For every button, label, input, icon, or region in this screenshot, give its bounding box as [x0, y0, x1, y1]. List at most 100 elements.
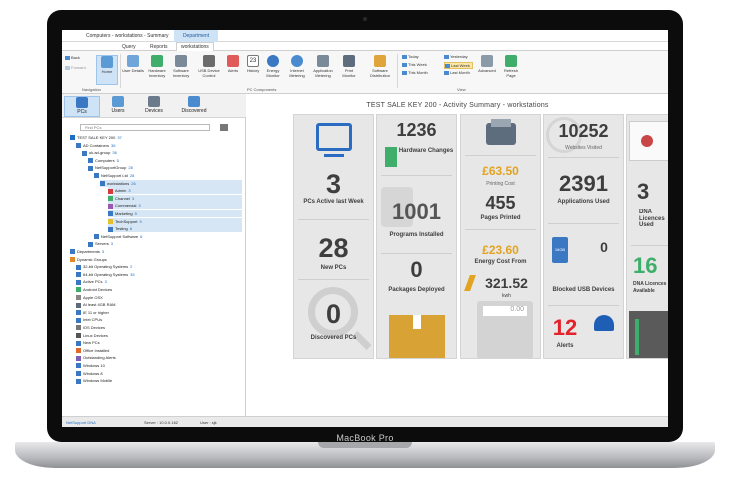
view-last-month-button[interactable]: Last Month: [444, 70, 470, 75]
pages-printed-value: 455: [485, 193, 516, 213]
tree-item[interactable]: Office Installed: [76, 347, 242, 354]
dna-available-label: DNA Licences Available: [633, 281, 667, 293]
tree-item[interactable]: Intel CPUs: [76, 316, 242, 323]
tree-item[interactable]: NetSupportGroup 28: [88, 164, 242, 171]
printing-cost-value: £63.50: [482, 164, 519, 178]
tree-item[interactable]: IE 11 or higher: [76, 309, 242, 316]
tree-item[interactable]: TEST SALE KEY 200 37: [70, 134, 242, 141]
software-distribution-button[interactable]: Software Distribution: [366, 55, 394, 78]
context-tab-department[interactable]: Department: [174, 30, 218, 42]
tree-item[interactable]: Departments 3: [70, 248, 242, 255]
group-icon: [70, 257, 75, 263]
view-yesterday-button[interactable]: Yesterday: [444, 54, 468, 59]
title-bar: Computers - workstations - Summary Depar…: [62, 30, 668, 42]
home-button[interactable]: Home: [96, 55, 118, 85]
tile-printing: £63.50 Printing Cost 455 Pages Printed £…: [460, 114, 541, 359]
tree-item-count: 2: [130, 264, 133, 270]
tree-item[interactable]: Windows 10: [76, 362, 242, 369]
view-options-icon[interactable]: [220, 124, 228, 131]
monitor-icon: [316, 123, 352, 151]
user-details-button[interactable]: User Details: [122, 55, 144, 74]
view-this-month-button[interactable]: This Month: [402, 70, 428, 75]
group-icon: [108, 211, 113, 217]
tab-query[interactable]: Query: [122, 44, 136, 50]
tree-item[interactable]: uk.ad-group 36: [82, 149, 242, 156]
printer-icon: [343, 55, 355, 67]
alerts-label: Alerts: [556, 343, 574, 349]
tree-item[interactable]: Commercial 3: [108, 202, 242, 210]
alerts-value: 12: [552, 315, 578, 340]
tree-item[interactable]: Admin 3: [108, 187, 242, 195]
application-metering-button[interactable]: Application Metering: [312, 55, 334, 78]
usb-device-control-button[interactable]: USB Device Control: [198, 55, 220, 78]
tab-users[interactable]: Users: [100, 96, 136, 114]
tree-item[interactable]: Active PCs 3: [76, 278, 242, 285]
tree-item[interactable]: Channel 3: [108, 194, 242, 202]
tree-item[interactable]: 64-bit Operating Systems 35: [76, 271, 242, 278]
tree-item[interactable]: Testing 8: [108, 225, 242, 233]
tab-workstations[interactable]: workstations: [176, 42, 214, 51]
tab-pcs[interactable]: PCs: [64, 96, 100, 117]
group-icon: [76, 287, 81, 293]
tree-item-count: 5: [116, 157, 119, 163]
print-monitor-button[interactable]: Print Monitor: [338, 55, 360, 78]
application-icon: [317, 55, 329, 67]
hardware-icon: [151, 55, 163, 67]
users-icon: [112, 96, 124, 107]
tree-item[interactable]: 32-bit Operating Systems 2: [76, 263, 242, 270]
refresh-page-button[interactable]: Refresh Page: [500, 55, 522, 78]
tree-item[interactable]: workstations 26: [100, 179, 242, 187]
tree-item[interactable]: Apple OSX: [76, 294, 242, 301]
forward-button[interactable]: Forward: [65, 65, 86, 70]
software-inventory-button[interactable]: Software Inventory: [170, 55, 192, 78]
tree-item[interactable]: New PCs: [76, 339, 242, 346]
tree-item[interactable]: Windows Mobile: [76, 377, 242, 384]
energy-monitor-button[interactable]: Energy Monitor: [262, 55, 284, 78]
tree-item[interactable]: Linux Devices: [76, 332, 242, 339]
internet-metering-button[interactable]: Internet Metering: [286, 55, 308, 78]
ribbon-tabs: Query Reports workstations: [62, 42, 668, 51]
tree-item[interactable]: TechSupport 5: [108, 217, 242, 225]
pc-icon: [76, 97, 88, 108]
advanced-button[interactable]: Advanced: [476, 55, 498, 74]
tree-item-label: uk.ad-group: [89, 150, 111, 156]
group-icon: [70, 135, 75, 141]
alerts-button[interactable]: Alerts: [222, 55, 244, 74]
group-icon: [76, 264, 81, 270]
tree-item[interactable]: Android Devices: [76, 286, 242, 293]
tree-item[interactable]: Windows 8: [76, 370, 242, 377]
tree-item[interactable]: iOS Devices: [76, 324, 242, 331]
tab-reports[interactable]: Reports: [150, 44, 168, 50]
view-this-week-button[interactable]: This Week: [402, 62, 427, 67]
group-icon: [76, 355, 81, 361]
group-icon: [94, 234, 99, 240]
hardware-inventory-button[interactable]: Hardware Inventory: [146, 55, 168, 78]
tree-item-count: 28: [128, 165, 133, 171]
tree-item[interactable]: At least 4GB RAM: [76, 301, 242, 308]
group-icon: [108, 188, 113, 194]
tree-item[interactable]: Servers 3: [88, 240, 242, 247]
back-button[interactable]: Back: [65, 55, 80, 60]
search-input[interactable]: Find PCs: [80, 124, 210, 131]
tree-item-label: New PCs: [83, 340, 100, 346]
tree-item-label: TEST SALE KEY 200: [77, 135, 116, 140]
tab-devices[interactable]: Devices: [136, 96, 172, 114]
tree-item[interactable]: Computers 5: [88, 157, 242, 164]
history-button[interactable]: 23 History: [242, 55, 264, 74]
tree-item[interactable]: NetSupport Ltd 28: [94, 172, 242, 179]
tree-item[interactable]: AD Containers 36: [76, 142, 242, 149]
view-last-week-button[interactable]: Last Week: [444, 62, 473, 69]
tree-item[interactable]: Dynamic Groups: [70, 256, 242, 263]
group-icon: [76, 333, 81, 339]
tab-discovered[interactable]: Discovered: [176, 96, 212, 114]
group-icon: [70, 249, 75, 255]
group-icon: [108, 219, 113, 225]
view-today-button[interactable]: Today: [402, 54, 419, 59]
tree-item-label: NetSupportGroup: [95, 165, 127, 171]
tree-item[interactable]: Outstanding Alerts: [76, 354, 242, 361]
tree-item-label: iOS Devices: [83, 325, 106, 330]
tree-item[interactable]: NetSupport Software 6: [94, 233, 242, 240]
tree-item-label: Marketing: [115, 211, 133, 216]
group-icon: [88, 241, 93, 247]
tree-item[interactable]: Marketing 5: [108, 210, 242, 217]
